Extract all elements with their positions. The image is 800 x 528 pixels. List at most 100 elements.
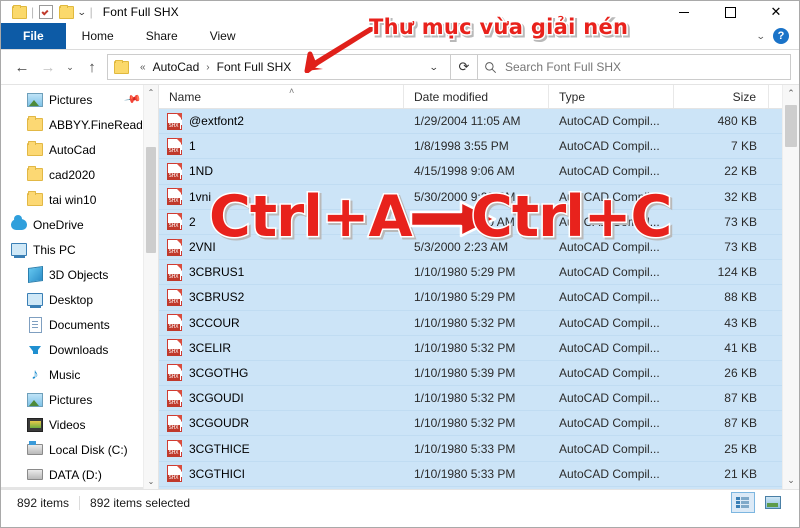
chevron-down-icon[interactable]: ⌄ [756, 31, 766, 42]
file-list-scroll-thumb[interactable] [785, 105, 797, 147]
table-row[interactable]: 2VNI 5/3/2000 2:23 AM AutoCAD Compil... 73 … [159, 234, 799, 261]
sidebar-item-desktop[interactable]: Desktop [1, 287, 158, 312]
sidebar-item-pictures[interactable]: Pictures 📌 [1, 87, 158, 112]
properties-checkbox-icon[interactable] [36, 2, 56, 22]
table-row[interactable]: 3CGTHICI 1/10/1980 5:33 PM AutoCAD Compil.… [159, 461, 799, 487]
forward-button[interactable]: → [35, 54, 61, 80]
sidebar-item-abbyy-fineread[interactable]: ABBYY.FineRead [1, 112, 158, 137]
desktop-icon [27, 292, 43, 308]
sidebar-item-label: tai win10 [49, 192, 97, 207]
file-name-cell[interactable]: 2 [159, 213, 404, 231]
sidebar-list: Pictures 📌 ABBYY.FineRead AutoCad cad2020 tai… [1, 85, 158, 489]
file-list-scrollbar[interactable]: ⌃ ⌄ [782, 85, 799, 489]
sidebar-item-cad2020[interactable]: cad2020 [1, 162, 158, 187]
breadcrumb-item-autocad[interactable]: AutoCad [151, 60, 202, 74]
table-row[interactable]: 3CGOUDR 1/10/1980 5:32 PM AutoCAD Compil..… [159, 411, 799, 437]
table-row[interactable]: 3CHELIR1/10/1980 5:33 PMAutoCAD Compil..… [159, 486, 799, 489]
sidebar-item-videos[interactable]: Videos [1, 412, 158, 437]
back-button[interactable]: ← [9, 54, 35, 80]
file-name-cell[interactable]: 3CGTHICE [159, 440, 404, 458]
file-name-cell[interactable]: 3CBRUS2 [159, 288, 404, 306]
up-button[interactable]: ↑ [79, 54, 105, 80]
file-name-cell[interactable]: @extfont2 [159, 112, 404, 130]
shx-file-icon [167, 213, 182, 231]
sidebar-scrollbar[interactable]: ⌃ ⌄ [143, 85, 158, 489]
file-type-cell: AutoCAD Compil... [559, 441, 660, 456]
table-row[interactable]: 1vni 5/30/2000 9:23 PM AutoCAD Compil... 32… [159, 184, 799, 210]
chevron-down-icon[interactable]: ⌄ [144, 474, 158, 489]
sidebar-item-tai-win10[interactable]: tai win10 [1, 187, 158, 212]
table-row[interactable]: 3CBRUS1 1/10/1980 5:29 PM AutoCAD Compil..… [159, 260, 799, 286]
table-row[interactable]: 3CGTHICE 1/10/1980 5:33 PM AutoCAD Compil.… [159, 436, 799, 462]
table-row[interactable]: @extfont2 1/29/2004 11:05 AM AutoCAD Compi… [159, 109, 799, 135]
column-header-type[interactable]: Type [549, 85, 674, 108]
sidebar-item-free-e[interactable]: Free (E:) [1, 487, 158, 489]
tab-share[interactable]: Share [130, 23, 194, 49]
chevron-down-icon[interactable]: ⌄ [419, 62, 450, 73]
file-name-cell[interactable]: 1vni [159, 188, 404, 206]
table-row[interactable]: 3CGOTHG 1/10/1980 5:39 PM AutoCAD Compil..… [159, 360, 799, 387]
chevron-down-icon[interactable]: ⌄ [74, 7, 89, 18]
minimize-button[interactable] [661, 1, 707, 23]
folder-icon[interactable] [9, 2, 29, 22]
details-view-button[interactable] [731, 492, 755, 513]
file-type-cell: AutoCAD Compil... [559, 265, 660, 280]
sidebar-item-data-d[interactable]: DATA (D:) [1, 462, 158, 487]
pictures-icon [27, 392, 43, 408]
breadcrumb-overflow[interactable]: « [135, 62, 151, 73]
help-button[interactable]: ? [773, 28, 789, 44]
table-row[interactable]: 3CGOUDI 1/10/1980 5:32 PM AutoCAD Compil..… [159, 386, 799, 412]
search-input[interactable]: Search Font Full SHX [505, 60, 621, 74]
large-icons-view-button[interactable] [761, 492, 785, 513]
sidebar-item-documents[interactable]: Documents [1, 312, 158, 337]
file-name-cell[interactable]: 1ND [159, 162, 404, 180]
sidebar-item-local-disk-c[interactable]: Local Disk (C:) [1, 437, 158, 462]
file-name-cell[interactable]: 3CCOUR [159, 314, 404, 332]
table-row[interactable]: 3CBRUS2 1/10/1980 5:29 PM AutoCAD Compil..… [159, 285, 799, 311]
column-header-name[interactable]: Name [159, 85, 404, 108]
new-folder-icon[interactable] [56, 2, 76, 22]
tab-home[interactable]: Home [66, 23, 130, 49]
file-type-cell: AutoCAD Compil... [559, 340, 660, 355]
file-name-cell[interactable]: 3CGOUDR [159, 414, 404, 432]
sidebar-item-this-pc[interactable]: This PC [1, 237, 158, 262]
sidebar-item-music[interactable]: ♪ Music [1, 362, 158, 387]
sidebar-item-autocad[interactable]: AutoCad [1, 137, 158, 162]
chevron-up-icon[interactable]: ⌃ [783, 85, 799, 102]
sidebar-scroll-thumb[interactable] [146, 147, 156, 253]
refresh-button[interactable]: ⟳ [451, 54, 478, 80]
table-row[interactable]: 1 1/8/1998 3:55 PM AutoCAD Compil... 7 KB [159, 134, 799, 160]
sidebar-item-downloads[interactable]: Downloads [1, 337, 158, 362]
table-row[interactable]: 3CELIR 1/10/1980 5:32 PM AutoCAD Compil...… [159, 335, 799, 361]
table-row[interactable]: 2 6/27/1999 2:00 AM AutoCAD Compil... 73 KB [159, 209, 799, 235]
breadcrumb-item-current[interactable]: Font Full SHX [215, 60, 294, 74]
large-icons-view-icon [765, 496, 781, 509]
table-row[interactable]: 1ND 4/15/1998 9:06 AM AutoCAD Compil... 22 … [159, 159, 799, 185]
pin-icon[interactable]: 📌 [124, 90, 143, 109]
file-name-cell[interactable]: 3CGOUDI [159, 389, 404, 407]
address-bar[interactable]: « AutoCad › Font Full SHX ⌄ [107, 54, 451, 80]
close-button[interactable]: ✕ [753, 1, 799, 23]
sidebar-item-onedrive[interactable]: OneDrive [1, 212, 158, 237]
tab-file[interactable]: File [1, 23, 66, 49]
maximize-button[interactable] [707, 1, 753, 23]
sidebar-item-pictures[interactable]: Pictures [1, 387, 158, 412]
tab-view[interactable]: View [194, 23, 252, 49]
sidebar-item-3d-objects[interactable]: 3D Objects [1, 262, 158, 287]
recent-locations-button[interactable]: ⌄ [61, 54, 79, 80]
file-size-cell: 26 KB [724, 365, 757, 380]
file-name-cell[interactable]: 2VNI [159, 238, 404, 256]
file-name-label: 3CGOTHG [189, 365, 249, 380]
search-box[interactable]: Search Font Full SHX [478, 54, 791, 80]
column-header-size[interactable]: Size [674, 85, 769, 108]
column-header-date[interactable]: Date modified [404, 85, 549, 108]
file-name-cell[interactable]: 3CBRUS1 [159, 263, 404, 281]
file-name-cell[interactable]: 3CELIR [159, 339, 404, 357]
file-name-cell[interactable]: 1 [159, 137, 404, 155]
table-row[interactable]: 3CCOUR 1/10/1980 5:32 PM AutoCAD Compil...… [159, 310, 799, 336]
chevron-up-icon[interactable]: ⌃ [144, 85, 158, 100]
file-name-cell[interactable]: 3CGOTHG [159, 364, 404, 382]
file-type-cell: AutoCAD Compil... [559, 315, 660, 330]
file-name-cell[interactable]: 3CGTHICI [159, 465, 404, 483]
chevron-down-icon[interactable]: ⌄ [783, 472, 799, 489]
